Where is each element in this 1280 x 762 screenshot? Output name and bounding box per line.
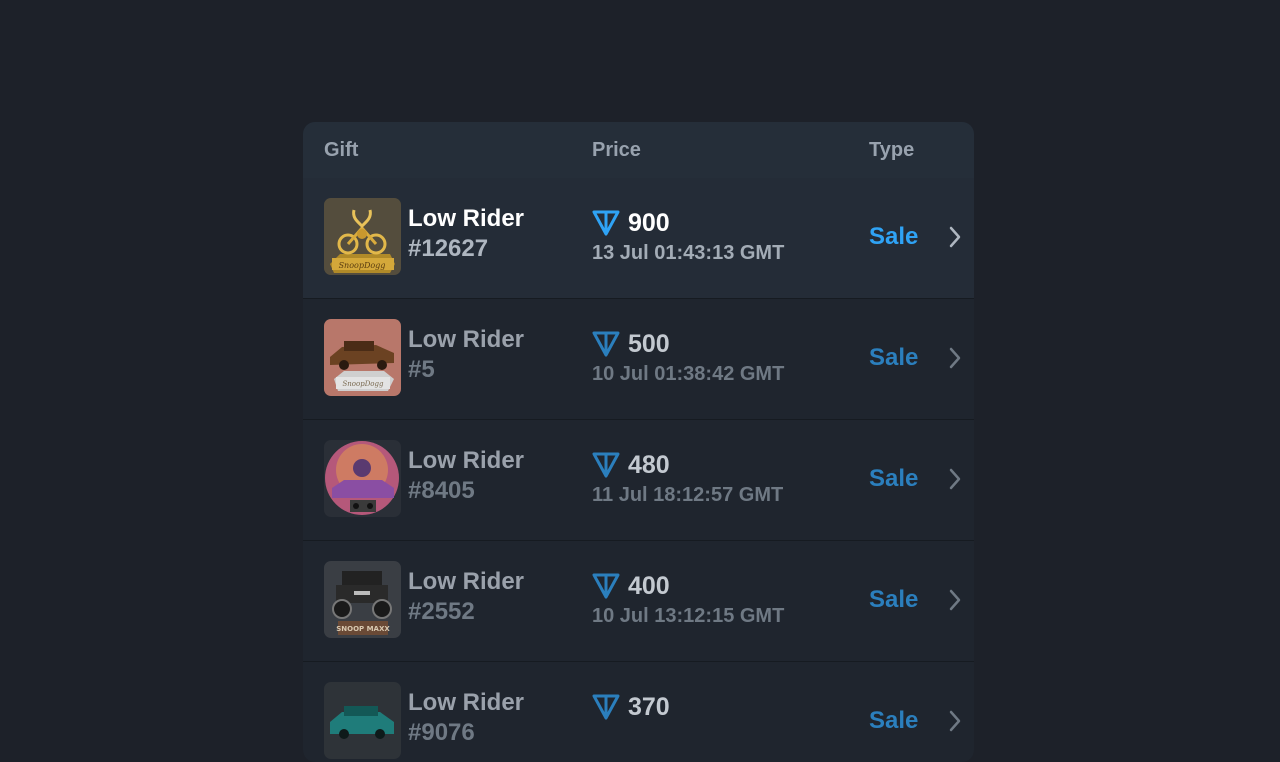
chevron-right-icon — [949, 589, 961, 611]
type-label: Sale — [869, 344, 919, 371]
table-row[interactable]: Low Rider #9076 370 Sale — [303, 662, 974, 762]
price-cell: 370 — [592, 692, 670, 725]
chevron-right-icon — [949, 468, 961, 490]
sale-date: 10 Jul 13:12:15 GMT — [592, 605, 785, 627]
sale-date: 11 Jul 18:12:57 GMT — [592, 484, 784, 506]
table-header: Gift Price Type — [303, 122, 974, 178]
sale-date: 13 Jul 01:43:13 GMT — [592, 242, 785, 264]
price-amount: 500 — [628, 330, 670, 358]
price-amount: 480 — [628, 451, 670, 479]
header-price: Price — [592, 139, 641, 161]
type-label: Sale — [869, 707, 919, 734]
ton-icon — [592, 694, 620, 720]
table-row[interactable]: SnoopDogg Low Rider #5 500 10 Jul 01:38:… — [303, 299, 974, 420]
svg-text:SnoopDogg: SnoopDogg — [342, 380, 384, 388]
black-monster-car-image: SNOOP MAXX — [324, 561, 401, 638]
price-cell: 400 10 Jul 13:12:15 GMT — [592, 571, 784, 628]
header-type: Type — [869, 139, 915, 161]
table-row[interactable]: Low Rider #8405 480 11 Jul 18:12:57 GMT … — [303, 420, 974, 541]
gift-title: Low Rider — [408, 447, 525, 474]
gift-name: Low Rider #12627 — [408, 204, 524, 264]
gift-title: Low Rider — [408, 326, 525, 353]
chevron-right-icon — [949, 226, 961, 248]
gift-number: #9076 — [408, 719, 475, 746]
sales-table: Gift Price Type SnoopDogg Low Rider #126… — [303, 122, 974, 762]
gift-number: #8405 — [408, 477, 475, 504]
gift-title: Low Rider — [408, 205, 525, 232]
teal-lowrider-car-image — [324, 682, 401, 759]
price-amount: 400 — [628, 572, 670, 600]
price-cell: 900 13 Jul 01:43:13 GMT — [592, 208, 784, 265]
type-label: Sale — [869, 465, 919, 492]
type-label: Sale — [869, 586, 919, 613]
gift-number: #12627 — [408, 235, 489, 262]
gift-title: Low Rider — [408, 568, 525, 595]
svg-text:SnoopDogg: SnoopDogg — [339, 261, 386, 270]
ton-icon — [592, 573, 620, 599]
chevron-right-icon — [949, 710, 961, 732]
gift-name: Low Rider #9076 — [408, 688, 524, 748]
chevron-right-icon — [949, 347, 961, 369]
gift-name: Low Rider #5 — [408, 325, 524, 385]
purple-lowrider-car-image — [324, 440, 401, 517]
price-amount: 370 — [628, 693, 670, 721]
sale-date: 10 Jul 01:38:42 GMT — [592, 363, 785, 385]
brown-lowrider-car-image: SnoopDogg — [324, 319, 401, 396]
type-label: Sale — [869, 223, 919, 250]
table-row[interactable]: SnoopDogg Low Rider #12627 900 13 Jul 01… — [303, 178, 974, 299]
price-amount: 900 — [628, 209, 670, 237]
golden-lowrider-bike-image: SnoopDogg — [324, 198, 401, 275]
ton-icon — [592, 210, 620, 236]
gift-number: #5 — [408, 356, 435, 383]
gift-name: Low Rider #8405 — [408, 446, 524, 506]
header-gift: Gift — [324, 139, 359, 161]
table-row[interactable]: SNOOP MAXX Low Rider #2552 400 10 Jul 13… — [303, 541, 974, 662]
gift-number: #2552 — [408, 598, 475, 625]
price-cell: 480 11 Jul 18:12:57 GMT — [592, 450, 783, 507]
ton-icon — [592, 452, 620, 478]
price-cell: 500 10 Jul 01:38:42 GMT — [592, 329, 784, 386]
gift-name: Low Rider #2552 — [408, 567, 524, 627]
ton-icon — [592, 331, 620, 357]
svg-text:SNOOP MAXX: SNOOP MAXX — [336, 625, 390, 633]
gift-title: Low Rider — [408, 689, 525, 716]
